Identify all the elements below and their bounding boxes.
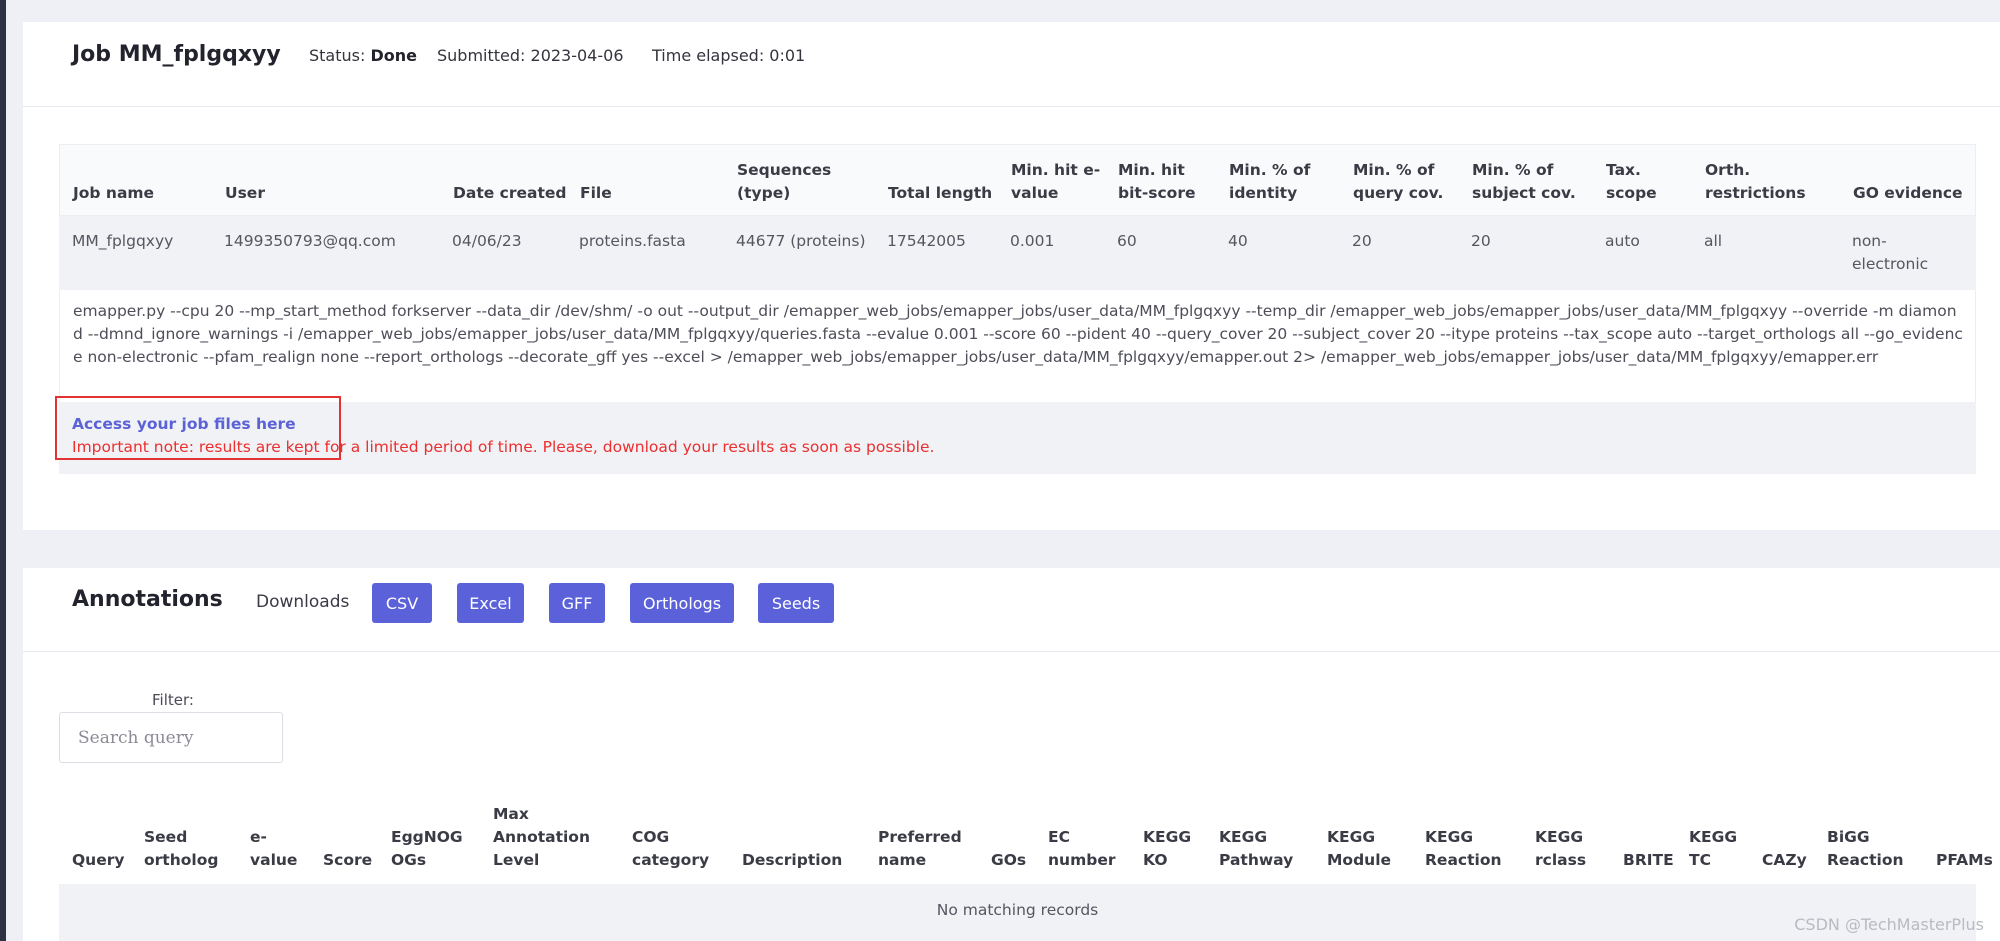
th-preferred-name: Preferred name xyxy=(878,828,962,869)
th-kegg-rclass: KEGG rclass xyxy=(1535,828,1587,869)
th-min-hit-bitscore: Min. hit bit-score xyxy=(1118,161,1196,202)
th-min-hit-evalue: Min. hit e-value xyxy=(1011,161,1101,202)
download-seeds-button[interactable]: Seeds xyxy=(758,583,834,623)
th-go-evidence: GO evidence xyxy=(1853,184,1963,202)
th-min-query-cov: Min. % of query cov. xyxy=(1353,161,1444,202)
th-bigg-reaction: BiGG Reaction xyxy=(1827,828,1904,869)
td-date-created: 04/06/23 xyxy=(452,232,522,250)
th-ec-number: EC number xyxy=(1048,828,1116,869)
no-records-row: No matching records xyxy=(59,884,1976,941)
th-orth-restrictions: Orth. restrictions xyxy=(1705,161,1806,202)
job-time-elapsed: Time elapsed: 0:01 xyxy=(652,46,806,65)
status-value: Done xyxy=(370,46,417,65)
th-tax-scope: Tax. scope xyxy=(1606,161,1657,202)
annotations-title: Annotations xyxy=(72,587,223,612)
th-kegg-reaction: KEGG Reaction xyxy=(1425,828,1502,869)
left-sidebar-edge xyxy=(0,0,6,941)
th-brite: BRITE xyxy=(1623,851,1674,869)
th-min-subject-cov: Min. % of subject cov. xyxy=(1472,161,1576,202)
annotations-card: Annotations Downloads CSV Excel GFF Orth… xyxy=(23,568,2000,941)
filter-label: Filter: xyxy=(152,691,194,709)
th-sequences: Sequences (type) xyxy=(737,161,832,202)
download-excel-button[interactable]: Excel xyxy=(457,583,524,623)
th-max-annotation-level: Max Annotation Level xyxy=(493,805,590,869)
th-score: Score xyxy=(323,851,373,869)
download-orthologs-button[interactable]: Orthologs xyxy=(630,583,734,623)
downloads-label: Downloads xyxy=(256,592,350,612)
td-file: proteins.fasta xyxy=(579,232,686,250)
th-pfams: PFAMs xyxy=(1936,851,1993,869)
td-min-query-cov: 20 xyxy=(1352,232,1372,250)
td-total-length: 17542005 xyxy=(887,232,966,250)
job-submitted: Submitted: 2023-04-06 xyxy=(437,46,624,65)
th-kegg-pathway: KEGG Pathway xyxy=(1219,828,1294,869)
th-kegg-tc: KEGG TC xyxy=(1689,828,1738,869)
td-job-name: MM_fplgqxyy xyxy=(72,232,174,250)
access-row: Access your job files here Important not… xyxy=(59,402,1976,474)
td-min-hit-evalue: 0.001 xyxy=(1010,232,1055,250)
job-card-header: Job MM_fplgqxyy Status: Done Submitted: … xyxy=(23,22,2000,107)
th-evalue: e-value xyxy=(250,828,298,869)
watermark: CSDN @TechMasterPlus xyxy=(1794,915,1984,934)
td-min-subject-cov: 20 xyxy=(1471,232,1491,250)
job-status: Status: Done xyxy=(309,46,417,65)
job-title: Job MM_fplgqxyy xyxy=(72,42,281,67)
emapper-command: emapper.py --cpu 20 --mp_start_method fo… xyxy=(73,302,1963,366)
job-table-header: Job name User Date created File Sequence… xyxy=(59,144,1976,216)
annotations-table-header: Query Seed ortholog e-value Score EggNOG… xyxy=(59,790,1993,884)
th-eggnog-ogs: EggNOG OGs xyxy=(391,828,463,869)
th-cazy: CAZy xyxy=(1762,851,1807,869)
td-min-hit-bitscore: 60 xyxy=(1117,232,1137,250)
td-min-identity: 40 xyxy=(1228,232,1248,250)
th-seed-ortholog: Seed ortholog xyxy=(144,828,219,869)
search-input[interactable] xyxy=(59,712,283,763)
command-row: emapper.py --cpu 20 --mp_start_method fo… xyxy=(59,290,1976,402)
td-orth-restrictions: all xyxy=(1704,232,1723,250)
th-min-identity: Min. % of identity xyxy=(1229,161,1311,202)
td-go-evidence: non-electronic xyxy=(1852,232,1929,273)
th-file: File xyxy=(580,184,612,202)
download-csv-button[interactable]: CSV xyxy=(372,583,432,623)
annotations-header: Annotations Downloads CSV Excel GFF Orth… xyxy=(23,568,2000,652)
job-table-row: MM_fplgqxyy 1499350793@qq.com 04/06/23 p… xyxy=(59,216,1976,290)
status-label: Status: xyxy=(309,46,366,65)
th-date-created: Date created xyxy=(453,184,567,202)
th-kegg-ko: KEGG KO xyxy=(1143,828,1192,869)
th-description: Description xyxy=(742,851,843,869)
th-gos: GOs xyxy=(991,851,1027,869)
th-cog-category: COG category xyxy=(632,828,710,869)
th-query: Query xyxy=(72,851,125,869)
download-gff-button[interactable]: GFF xyxy=(549,583,605,623)
th-user: User xyxy=(225,184,265,202)
td-sequences: 44677 (proteins) xyxy=(736,232,866,250)
highlight-box xyxy=(55,396,341,460)
td-user: 1499350793@qq.com xyxy=(224,232,396,250)
th-job-name: Job name xyxy=(73,184,155,202)
th-kegg-module: KEGG Module xyxy=(1327,828,1392,869)
th-total-length: Total length xyxy=(888,184,993,202)
td-tax-scope: auto xyxy=(1605,232,1640,250)
